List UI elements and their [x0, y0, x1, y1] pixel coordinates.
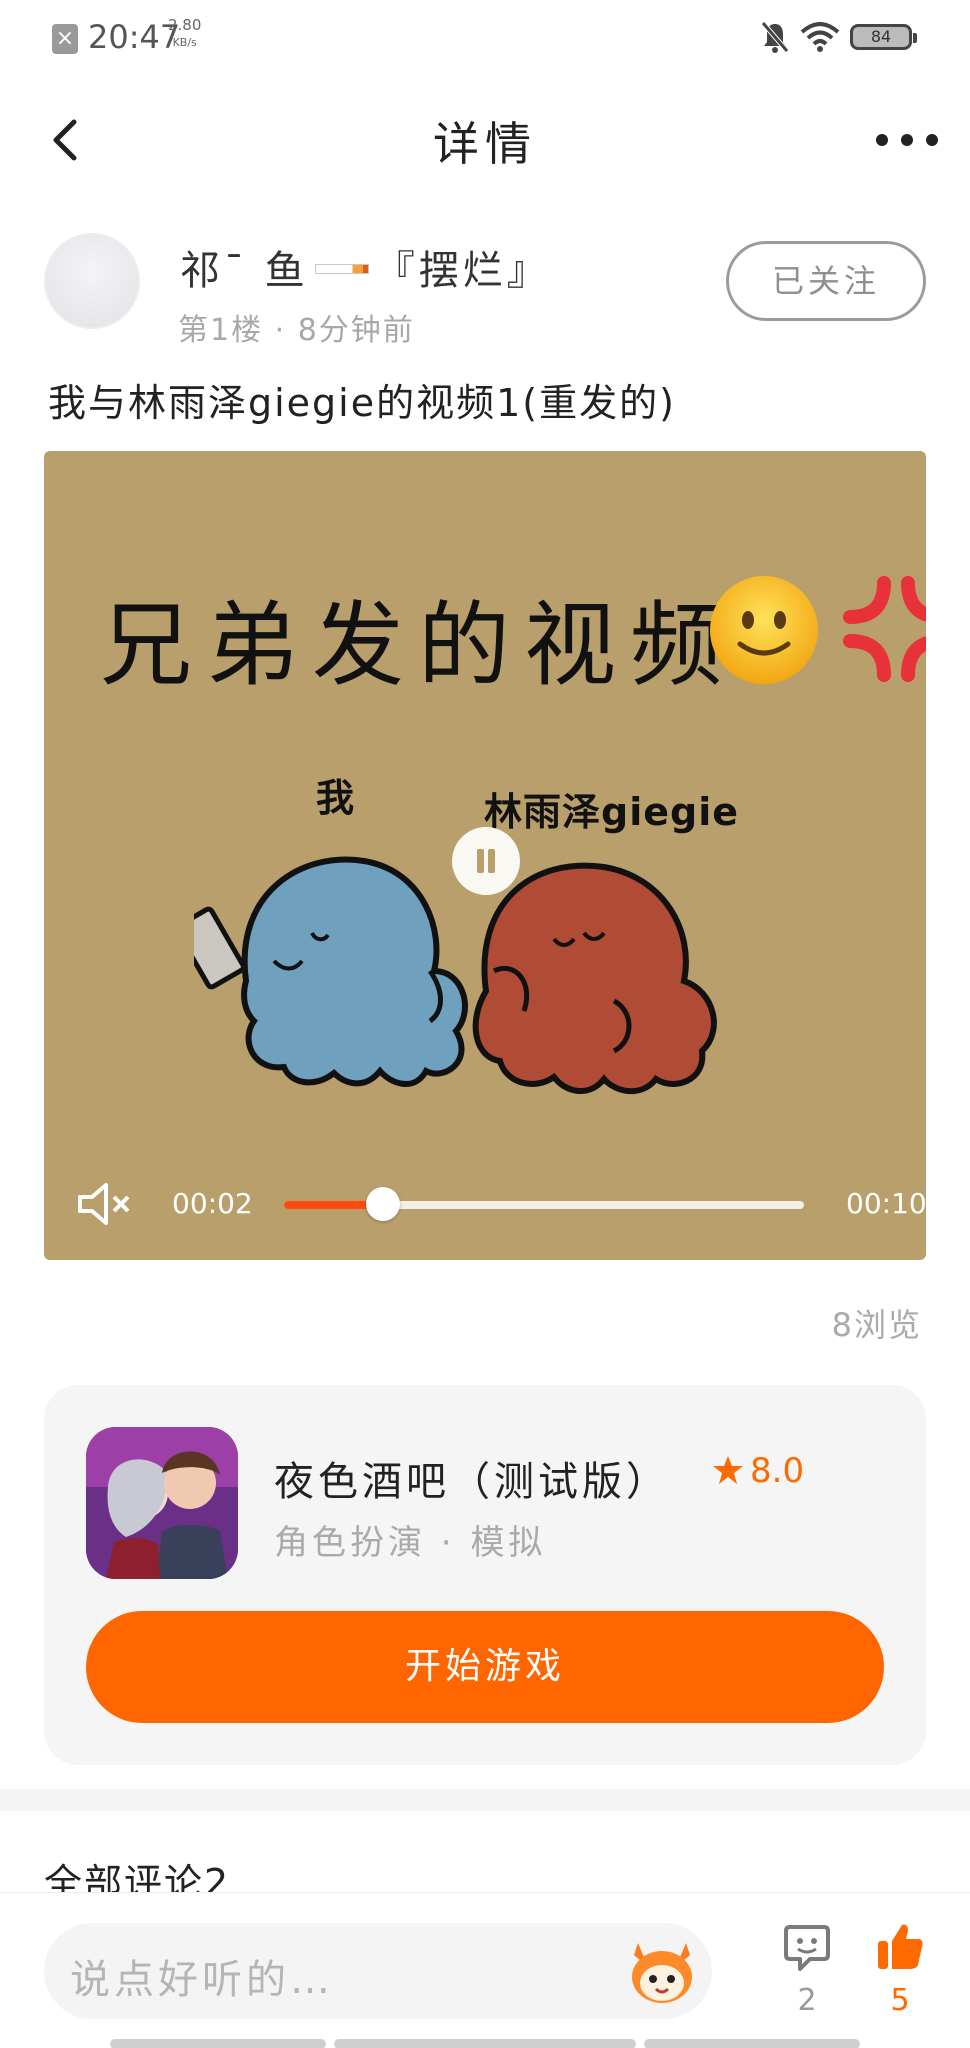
mascot-icon[interactable]: [624, 1937, 700, 2007]
start-game-button[interactable]: 开始游戏: [86, 1611, 884, 1723]
more-dots-icon[interactable]: [872, 120, 942, 160]
wifi-icon: [800, 22, 840, 52]
like-count: 5: [890, 1983, 910, 2018]
comment-input[interactable]: 说点好听的…: [44, 1923, 712, 2019]
star-icon: [713, 1456, 743, 1484]
status-bar: × 20:47 2.80 KB/s 84: [0, 0, 970, 80]
avatar[interactable]: [44, 233, 140, 329]
post-meta: 第1楼 · 8分钟前: [178, 305, 415, 349]
game-rating-value: 8.0: [750, 1451, 805, 1491]
gesture-bar-left: [110, 2039, 326, 2048]
game-genre: 角色扮演: [274, 1523, 426, 1563]
battery-icon: 84: [850, 24, 917, 50]
bottom-bar: 说点好听的… 2 5: [0, 1892, 970, 2048]
author-name-part1: 祁ˉ 鱼: [180, 248, 309, 294]
follow-button[interactable]: 已关注: [726, 241, 926, 321]
video-progress-knob[interactable]: [365, 1187, 400, 1221]
game-name: 夜色酒吧（测试版）: [274, 1459, 670, 1505]
cigarette-emoji-icon: [314, 264, 369, 274]
tag-separator: ·: [426, 1523, 471, 1563]
meta-separator: ·: [263, 313, 298, 348]
video-current-time: 00:02: [172, 1187, 253, 1220]
slight-smile-emoji-icon: [710, 576, 818, 684]
view-count: 8浏览: [831, 1306, 922, 1344]
author-name[interactable]: 祁ˉ 鱼 『摆烂』: [180, 238, 551, 296]
gesture-bar-center: [334, 2039, 636, 2048]
status-time: 20:47: [88, 18, 181, 56]
time-ago: 8分钟前: [297, 313, 415, 348]
pause-icon[interactable]: [452, 827, 520, 895]
page-title: 详情: [433, 117, 537, 171]
video-progress-bar[interactable]: [284, 1187, 804, 1221]
comment-count: 2: [797, 1983, 817, 2018]
close-notification-icon: ×: [52, 24, 78, 54]
floor-label: 第1楼: [178, 313, 264, 348]
video-player[interactable]: 兄弟发的视频 我 林雨泽giegie 00:02 00:10: [44, 451, 926, 1260]
gesture-bar-right: [644, 2039, 860, 2048]
ghost-label-me: 我: [316, 776, 355, 820]
post-title: 我与林雨泽giegie的视频1(重发的): [48, 381, 676, 425]
game-tags: 角色扮演 · 模拟: [274, 1515, 546, 1564]
game-card[interactable]: 夜色酒吧（测试版） 8.0 角色扮演 · 模拟 开始游戏: [44, 1385, 926, 1765]
anger-emoji-icon: [843, 576, 926, 682]
game-icon[interactable]: [86, 1427, 238, 1579]
game-rating: 8.0: [712, 1451, 804, 1491]
section-divider: [0, 1789, 970, 1811]
like-icon[interactable]: [876, 1921, 924, 1971]
comment-icon[interactable]: [784, 1923, 830, 1971]
game-subgenre: 模拟: [470, 1523, 547, 1563]
network-speed: 2.80 KB/s: [168, 16, 201, 52]
video-total-time: 00:10: [846, 1187, 926, 1220]
comment-input-placeholder: 说点好听的…: [70, 1957, 334, 2003]
video-caption: 兄弟发的视频: [100, 592, 737, 699]
bell-off-icon: [761, 21, 789, 53]
network-speed-value: 2.80: [168, 16, 202, 34]
nav-bar: 详情: [0, 80, 970, 200]
mute-icon[interactable]: [74, 1179, 134, 1229]
network-speed-unit: KB/s: [172, 36, 197, 49]
author-name-part2: 『摆烂』: [374, 248, 551, 294]
